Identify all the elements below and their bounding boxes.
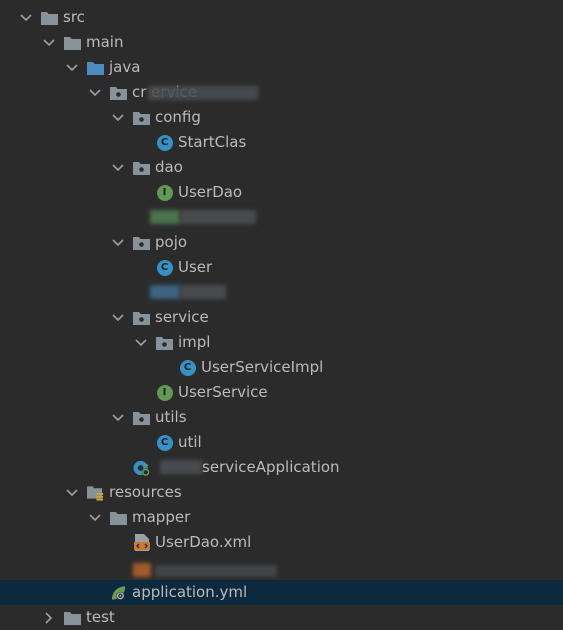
package-icon xyxy=(133,109,150,126)
redaction-blur xyxy=(150,210,180,224)
tree-label: User xyxy=(178,258,213,276)
tree-row-test[interactable]: test xyxy=(0,605,563,630)
tree-label: config xyxy=(155,108,201,126)
spring-yml-icon xyxy=(110,584,127,601)
interface-icon: I xyxy=(156,184,173,201)
interface-icon: I xyxy=(156,384,173,401)
redaction-blur xyxy=(150,285,180,299)
tree-row-dao[interactable]: dao xyxy=(0,155,563,180)
tree-row-config[interactable]: config xyxy=(0,105,563,130)
tree-row-user-dao[interactable]: I UserDao xyxy=(0,180,563,205)
tree-row-impl[interactable]: impl xyxy=(0,330,563,355)
tree-row-util[interactable]: C util xyxy=(0,430,563,455)
class-icon: C xyxy=(156,134,173,151)
tree-label: UserDao xyxy=(178,183,243,201)
package-icon xyxy=(156,334,173,351)
chevron-down-icon[interactable] xyxy=(87,510,103,526)
redaction-blur xyxy=(133,563,151,577)
tree-label: impl xyxy=(178,333,211,351)
tree-label: UserServiceImpl xyxy=(201,358,324,376)
tree-label: utils xyxy=(155,408,187,426)
tree-row-service-application[interactable]: serviceApplication xyxy=(0,455,563,480)
class-icon: C xyxy=(179,359,196,376)
package-icon xyxy=(133,409,150,426)
redaction-blur xyxy=(155,565,277,577)
chevron-down-icon[interactable] xyxy=(133,335,149,351)
tree-label: test xyxy=(86,608,115,626)
chevron-right-icon[interactable] xyxy=(41,610,57,626)
xml-file-icon xyxy=(133,534,150,551)
tree-row-pojo[interactable]: pojo xyxy=(0,230,563,255)
tree-row-start-class[interactable]: C StartClas xyxy=(0,130,563,155)
chevron-down-icon[interactable] xyxy=(87,85,103,101)
chevron-down-icon[interactable] xyxy=(110,160,126,176)
tree-row-user-service-impl[interactable]: C UserServiceImpl xyxy=(0,355,563,380)
package-icon xyxy=(133,309,150,326)
tree-row-redacted[interactable] xyxy=(0,205,563,230)
project-tree: src main java cr ervice xyxy=(0,0,563,626)
tree-label: UserService xyxy=(178,383,268,401)
chevron-down-icon[interactable] xyxy=(110,235,126,251)
tree-row-user-service[interactable]: I UserService xyxy=(0,380,563,405)
folder-icon xyxy=(110,509,127,526)
tree-row-user[interactable]: C User xyxy=(0,255,563,280)
redaction-blur xyxy=(148,86,258,100)
tree-row-user-dao-xml[interactable]: UserDao.xml xyxy=(0,530,563,555)
tree-label: resources xyxy=(109,483,182,501)
tree-label: main xyxy=(86,33,124,51)
chevron-down-icon[interactable] xyxy=(64,60,80,76)
chevron-down-icon[interactable] xyxy=(64,485,80,501)
tree-row-service[interactable]: service xyxy=(0,305,563,330)
chevron-down-icon[interactable] xyxy=(110,310,126,326)
tree-label: StartClas xyxy=(178,133,247,151)
source-folder-icon xyxy=(87,59,104,76)
tree-label: service xyxy=(155,308,209,326)
tree-label: application.yml xyxy=(132,583,248,601)
chevron-down-icon[interactable] xyxy=(110,110,126,126)
package-icon xyxy=(133,234,150,251)
tree-row-application-yml[interactable]: application.yml xyxy=(0,580,563,605)
resources-folder-icon xyxy=(87,484,104,501)
tree-label: util xyxy=(178,433,202,451)
package-icon xyxy=(110,84,127,101)
tree-label: src xyxy=(63,8,85,26)
tree-row-redacted[interactable] xyxy=(0,555,563,580)
tree-label: java xyxy=(109,58,141,76)
class-icon: C xyxy=(156,434,173,451)
tree-label: dao xyxy=(155,158,183,176)
package-icon xyxy=(133,159,150,176)
chevron-down-icon[interactable] xyxy=(18,10,34,26)
redaction-blur xyxy=(160,460,202,474)
tree-row-src[interactable]: src xyxy=(0,5,563,30)
chevron-down-icon[interactable] xyxy=(41,35,57,51)
tree-row-package[interactable]: cr ervice xyxy=(0,80,563,105)
tree-row-redacted[interactable] xyxy=(0,280,563,305)
tree-row-resources[interactable]: resources xyxy=(0,480,563,505)
folder-icon xyxy=(64,609,81,626)
tree-label: pojo xyxy=(155,233,188,251)
class-icon: C xyxy=(156,259,173,276)
redaction-blur xyxy=(180,285,226,299)
tree-row-java[interactable]: java xyxy=(0,55,563,80)
redaction-blur xyxy=(180,210,256,224)
tree-label: serviceApplication xyxy=(202,458,340,476)
tree-label: UserDao.xml xyxy=(155,533,252,551)
tree-row-main[interactable]: main xyxy=(0,30,563,55)
tree-row-utils[interactable]: utils xyxy=(0,405,563,430)
chevron-down-icon[interactable] xyxy=(110,410,126,426)
folder-icon xyxy=(64,34,81,51)
tree-label: mapper xyxy=(132,508,191,526)
folder-icon xyxy=(41,9,58,26)
spring-boot-class-icon xyxy=(133,459,150,476)
tree-row-mapper[interactable]: mapper xyxy=(0,505,563,530)
